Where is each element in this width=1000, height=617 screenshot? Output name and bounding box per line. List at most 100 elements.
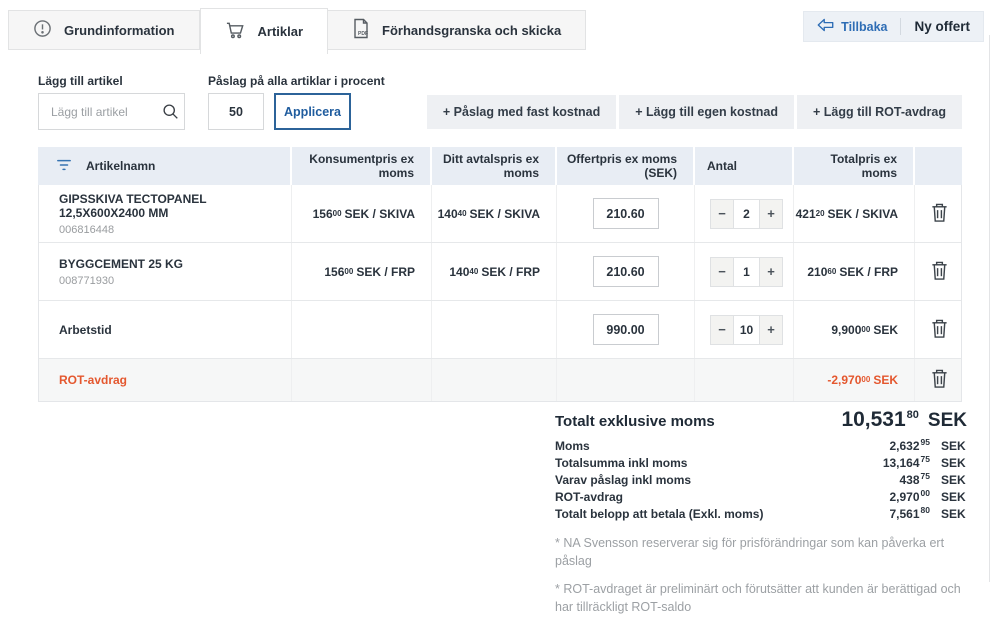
trash-icon [930,202,949,226]
add-article-search [38,93,185,130]
cost-action-buttons: + Påslag med fast kostnad + Lägg till eg… [427,95,962,129]
tab-label: Förhandsgranska och skicka [382,23,561,38]
offer-price-cell [556,185,694,242]
add-own-cost-button[interactable]: + Lägg till egen kostnad [619,95,794,129]
table-row: Arbetstid − 10 + 9,90000SEK [39,301,961,359]
decrease-quantity-button[interactable]: − [711,316,733,344]
offer-price-cell [556,243,694,300]
summary-value: 13,16475 [883,456,930,470]
surcharge-percent-input[interactable] [208,93,264,130]
table-row: GIPSSKIVA TECTOPANEL 12,5X600X2400 MM 00… [39,185,961,243]
quantity-stepper: − 10 + [710,315,783,345]
delete-row-button[interactable] [915,368,963,392]
tab-forhandsgranska[interactable]: PDF Förhandsgranska och skicka [328,10,586,50]
trash-icon [930,368,949,392]
summary-row: Totalsumma inkl moms 13,16475 SEK [555,456,967,473]
delete-row-button[interactable] [915,202,963,226]
filter-icon[interactable] [56,158,72,175]
summary-rows: Moms 2,63295 SEK Totalsumma inkl moms 13… [543,439,967,524]
offer-price-cell [556,301,694,358]
row-actions-cell [914,301,963,358]
add-article-input[interactable] [39,105,156,119]
decrease-quantity-button[interactable]: − [711,258,733,286]
tab-artiklar[interactable]: Artiklar [200,8,329,54]
footnote-price-changes: * NA Svensson reserverar sig för prisför… [543,534,967,570]
tab-grundinformation[interactable]: Grundinformation [8,10,200,50]
article-number: 008771930 [59,275,114,287]
row-actions-cell [914,243,963,300]
offer-price-input[interactable] [593,256,659,287]
pdf-icon: PDF [352,18,370,42]
column-konsumentpris: Konsumentpris ex moms [290,147,430,185]
quantity-cell: − 1 + [694,243,793,300]
quantity-cell: − 10 + [694,301,793,358]
table-body: GIPSSKIVA TECTOPANEL 12,5X600X2400 MM 00… [38,185,962,402]
search-icon[interactable] [156,103,184,120]
summary-row: Totalt belopp att betala (Exkl. moms) 7,… [555,507,967,524]
currency-label: SEK [941,490,967,504]
surcharge-label: Påslag på alla artiklar i procent [208,74,385,88]
decrease-quantity-button[interactable]: − [711,200,733,228]
new-offer-button[interactable]: Ny offert [901,12,983,41]
summary-value: 43875 [900,473,931,487]
offer-price-input[interactable] [593,198,659,229]
cart-icon [225,20,246,43]
increase-quantity-button[interactable]: + [760,258,782,286]
articles-table: Artikelnamn Konsumentpris ex moms Ditt a… [38,147,962,402]
summary-label: Varav påslag inkl moms [555,473,900,487]
article-name: ROT-avdrag [59,373,127,387]
article-name: GIPSSKIVA TECTOPANEL 12,5X600X2400 MM [59,192,291,220]
summary-row: ROT-avdrag 2,97000 SEK [555,490,967,507]
currency-label: SEK [941,456,967,470]
article-name: BYGGCEMENT 25 KG [59,257,183,271]
increase-quantity-button[interactable]: + [760,316,782,344]
total-excl-vat-row: Totalt exklusive moms 10,53180 SEK [543,408,967,432]
total-price-cell: -2,97000SEK [793,359,914,401]
info-icon [33,19,52,41]
add-rot-deduction-button[interactable]: + Lägg till ROT-avdrag [797,95,962,129]
quantity-value: 2 [733,200,760,228]
delete-row-button[interactable] [915,260,963,284]
add-article-label: Lägg till artikel [38,74,123,88]
consumer-price-cell [291,359,431,401]
row-actions-cell [914,359,963,401]
contract-price-cell: 14040SEK / FRP [431,243,556,300]
column-artikelnamn: Artikelnamn [38,147,290,185]
article-number: 006816448 [59,224,114,236]
increase-quantity-button[interactable]: + [760,200,782,228]
offer-price-cell [556,359,694,401]
delete-row-button[interactable] [915,318,963,342]
footnote-rot: * ROT-avdraget är preliminärt och föruts… [543,580,967,616]
total-excl-vat-value: 10,53180 [841,408,918,432]
tab-label: Artiklar [258,24,304,39]
add-fixed-surcharge-button[interactable]: + Påslag med fast kostnad [427,95,616,129]
contract-price-cell [431,301,556,358]
summary-value: 7,56180 [890,507,931,521]
svg-text:PDF: PDF [358,31,368,37]
total-price-cell: 9,90000SEK [793,301,914,358]
total-excl-vat-label: Totalt exklusive moms [555,413,841,430]
currency-label: SEK [941,439,967,453]
contract-price-cell: 14040SEK / SKIVA [431,185,556,242]
back-button[interactable]: Tillbaka [804,12,900,41]
quantity-cell [694,359,793,401]
table-row: BYGGCEMENT 25 KG 008771930 15600SEK / FR… [39,243,961,301]
article-name-cell: BYGGCEMENT 25 KG 008771930 [39,243,291,300]
consumer-price-cell [291,301,431,358]
table-row: ROT-avdrag -2,97000SEK [39,359,961,401]
apply-button[interactable]: Applicera [274,93,351,130]
summary-row: Varav påslag inkl moms 43875 SEK [555,473,967,490]
summary-label: ROT-avdrag [555,490,890,504]
column-avtalspris: Ditt avtalspris ex moms [430,147,555,185]
column-offertpris: Offertpris ex moms (SEK) [555,147,693,185]
trash-icon [930,318,949,342]
article-name: Arbetstid [59,323,112,337]
article-name-cell: ROT-avdrag [39,359,291,401]
offer-price-input[interactable] [593,314,659,345]
summary-row: Moms 2,63295 SEK [555,439,967,456]
new-offer-label: Ny offert [914,19,970,34]
tab-bar: Grundinformation Artiklar PDF Förhandsgr… [8,10,586,54]
summary-value: 2,97000 [890,490,931,504]
currency-label: SEK [928,410,967,432]
column-antal: Antal [693,147,792,185]
